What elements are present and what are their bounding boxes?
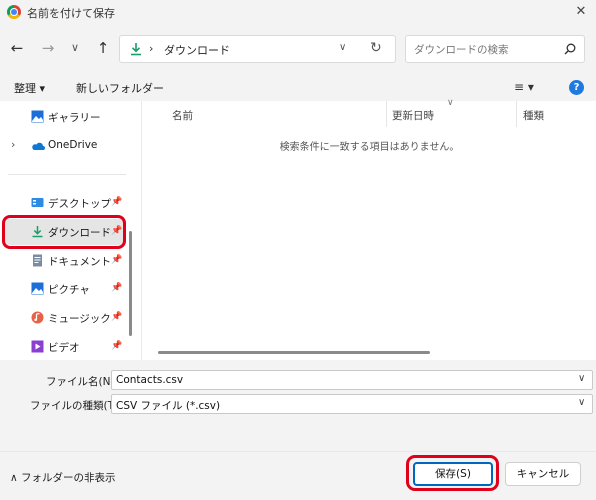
column-header-type[interactable]: 種類: [523, 108, 544, 123]
footer-divider: [0, 451, 596, 452]
chevron-down-icon[interactable]: ∨: [578, 397, 585, 408]
breadcrumb-separator: ›: [149, 42, 154, 55]
pin-icon: 📌: [111, 312, 123, 322]
chevron-down-icon[interactable]: ∨: [578, 373, 585, 384]
filetype-value: CSV ファイル (*.csv): [116, 400, 221, 412]
filename-label: ファイル名(N):: [46, 376, 119, 388]
cancel-button[interactable]: キャンセル: [505, 462, 581, 486]
filename-field[interactable]: Contacts.csv ∨: [111, 370, 593, 390]
search-icon[interactable]: [563, 42, 577, 56]
documents-icon: [33, 254, 42, 267]
music-icon: [31, 311, 44, 324]
title-bar: 名前を付けて保存 ✕: [0, 0, 596, 26]
videos-icon: [31, 340, 44, 353]
column-header-date-modified[interactable]: 更新日時: [392, 108, 434, 123]
help-icon[interactable]: ?: [569, 80, 584, 95]
filetype-label: ファイルの種類(T):: [30, 400, 122, 412]
sidebar-item-label: ドキュメント: [48, 256, 111, 268]
search-input[interactable]: ダウンロードの検索: [405, 35, 585, 63]
filetype-select[interactable]: CSV ファイル (*.csv) ∨: [111, 394, 593, 414]
sidebar-item-documents[interactable]: ドキュメント 📌: [0, 248, 124, 274]
gallery-icon: [31, 110, 44, 123]
sidebar-item-label: OneDrive: [48, 139, 98, 151]
sidebar-item-label: ギャラリー: [48, 112, 101, 124]
window-title: 名前を付けて保存: [27, 7, 115, 20]
column-header-name[interactable]: 名前: [172, 108, 193, 123]
onedrive-icon: [32, 142, 45, 150]
horizontal-scrollbar[interactable]: [158, 351, 430, 354]
sidebar-item-desktop[interactable]: デスクトップ 📌: [0, 190, 124, 216]
close-button[interactable]: ✕: [566, 0, 596, 24]
sidebar-item-gallery[interactable]: ギャラリー: [0, 104, 124, 130]
sidebar-item-label: ミュージック: [48, 313, 111, 325]
refresh-icon[interactable]: ↻: [370, 40, 382, 56]
view-options-button[interactable]: ≡ ▾: [514, 80, 534, 94]
column-divider[interactable]: [386, 101, 387, 127]
column-divider[interactable]: [516, 101, 517, 127]
pin-icon: 📌: [111, 341, 123, 351]
recent-locations-icon[interactable]: ∨: [64, 37, 86, 59]
breadcrumb-downloads[interactable]: ダウンロード: [164, 42, 230, 58]
filename-value: Contacts.csv: [116, 374, 184, 386]
desktop-icon: [31, 198, 44, 207]
new-folder-button[interactable]: 新しいフォルダー: [76, 80, 164, 96]
hide-folders-toggle[interactable]: ∧ フォルダーの非表示: [10, 470, 116, 485]
sidebar-item-pictures[interactable]: ピクチャ 📌: [0, 276, 124, 302]
pictures-icon: [31, 282, 44, 295]
forward-button[interactable]: →: [37, 37, 59, 59]
up-button[interactable]: ↑: [92, 37, 114, 59]
sidebar-item-music[interactable]: ミュージック 📌: [0, 305, 124, 331]
chrome-icon: [7, 5, 21, 19]
empty-folder-message: 検索条件に一致する項目はありません。: [279, 142, 460, 153]
chevron-down-icon[interactable]: ∨: [339, 42, 346, 53]
sidebar-divider: [8, 174, 126, 175]
sidebar-item-onedrive[interactable]: › OneDrive: [0, 133, 124, 159]
sidebar-item-label: デスクトップ: [48, 198, 111, 210]
sidebar-item-label: ビデオ: [48, 342, 80, 354]
pin-icon: 📌: [111, 197, 123, 207]
search-placeholder: ダウンロードの検索: [414, 44, 509, 56]
sidebar-scrollbar[interactable]: [129, 231, 132, 336]
chevron-right-icon[interactable]: ›: [11, 138, 15, 151]
sidebar-item-label: ピクチャ: [48, 284, 90, 296]
save-highlight-annotation: [406, 455, 499, 491]
back-button[interactable]: ←: [6, 37, 28, 59]
download-icon: [131, 43, 141, 56]
organize-button[interactable]: 整理 ▾: [14, 80, 45, 96]
sidebar-item-videos[interactable]: ビデオ 📌: [0, 334, 124, 360]
sort-chevron-icon: ∨: [447, 98, 454, 108]
pin-icon: 📌: [111, 283, 123, 293]
pin-icon: 📌: [111, 255, 123, 265]
address-bar[interactable]: › ダウンロード ∨ ↻: [119, 35, 396, 63]
downloads-highlight-annotation: [2, 215, 126, 249]
file-list: 名前 更新日時 ∨ 種類 検索条件に一致する項目はありません。: [141, 98, 596, 360]
